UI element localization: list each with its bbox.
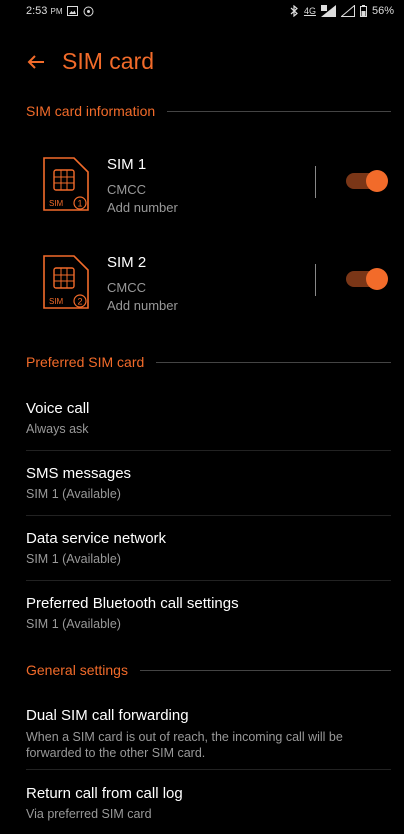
status-time: 2:53 PM xyxy=(26,5,63,17)
section-header-preferred: Preferred SIM card xyxy=(26,352,391,372)
battery-percent: 56% xyxy=(371,5,394,17)
section-header-sim-info: SIM card information xyxy=(26,101,391,121)
pref-subtitle: SIM 1 (Available) xyxy=(26,552,121,566)
pref-title: Dual SIM call forwarding xyxy=(26,707,189,724)
sim-name: SIM 1 xyxy=(107,156,147,173)
battery-icon xyxy=(359,5,367,17)
sync-notification-icon xyxy=(83,6,94,16)
pref-item-voice-call[interactable]: Voice call Always ask xyxy=(0,400,404,440)
sim2-toggle[interactable] xyxy=(346,266,388,292)
divider xyxy=(26,769,391,770)
status-bar: 2:53 PM 4G 56% xyxy=(0,0,404,24)
sim1-toggle[interactable] xyxy=(346,168,388,194)
pref-item-bluetooth-call[interactable]: Preferred Bluetooth call settings SIM 1 … xyxy=(0,595,404,635)
sim-card-icon: SIM 2 xyxy=(43,255,89,309)
section-header-general: General settings xyxy=(26,660,391,680)
pref-title: Return call from call log xyxy=(26,785,183,802)
divider xyxy=(26,450,391,451)
pref-title: Data service network xyxy=(26,530,167,547)
pref-item-dual-sim-forwarding[interactable]: Dual SIM call forwarding When a SIM card… xyxy=(0,707,404,763)
sim-number: Add number xyxy=(107,298,178,313)
signal-sim1-icon xyxy=(320,5,336,17)
sim-number: Add number xyxy=(107,200,178,215)
sim-name: SIM 2 xyxy=(107,254,147,271)
sim-item-1[interactable]: SIM 1 SIM 1 CMCC Add number xyxy=(0,140,404,230)
sim-carrier: CMCC xyxy=(107,280,146,295)
svg-text:2: 2 xyxy=(78,297,83,307)
pref-subtitle: Via preferred SIM card xyxy=(26,807,152,821)
pref-subtitle: SIM 1 (Available) xyxy=(26,617,121,631)
vertical-divider xyxy=(315,264,316,296)
pref-title: Preferred Bluetooth call settings xyxy=(26,595,239,612)
pref-title: SMS messages xyxy=(26,465,132,482)
sim-item-2[interactable]: SIM 2 SIM 2 CMCC Add number xyxy=(0,238,404,328)
pref-subtitle: When a SIM card is out of reach, the inc… xyxy=(26,730,343,760)
page-title: SIM card xyxy=(62,48,155,74)
pref-subtitle: SIM 1 (Available) xyxy=(26,487,121,501)
svg-text:SIM: SIM xyxy=(49,297,64,306)
pref-title: Voice call xyxy=(26,400,90,417)
bluetooth-icon xyxy=(290,5,298,17)
svg-text:1: 1 xyxy=(78,199,83,209)
sim-carrier: CMCC xyxy=(107,182,146,197)
pref-item-sms[interactable]: SMS messages SIM 1 (Available) xyxy=(0,465,404,505)
divider xyxy=(26,515,391,516)
pref-item-data-service[interactable]: Data service network SIM 1 (Available) xyxy=(0,530,404,570)
pref-subtitle: Always ask xyxy=(26,422,89,436)
sim-card-icon: SIM 1 xyxy=(43,157,89,211)
divider xyxy=(26,580,391,581)
app-bar: SIM card xyxy=(0,36,404,88)
back-arrow-icon[interactable] xyxy=(24,50,48,74)
pref-item-return-call[interactable]: Return call from call log Via preferred … xyxy=(0,785,404,825)
signal-sim2-icon xyxy=(340,5,355,17)
svg-text:SIM: SIM xyxy=(49,199,64,208)
vertical-divider xyxy=(315,166,316,198)
gallery-notification-icon xyxy=(67,6,79,16)
network-type: 4G xyxy=(303,6,316,16)
